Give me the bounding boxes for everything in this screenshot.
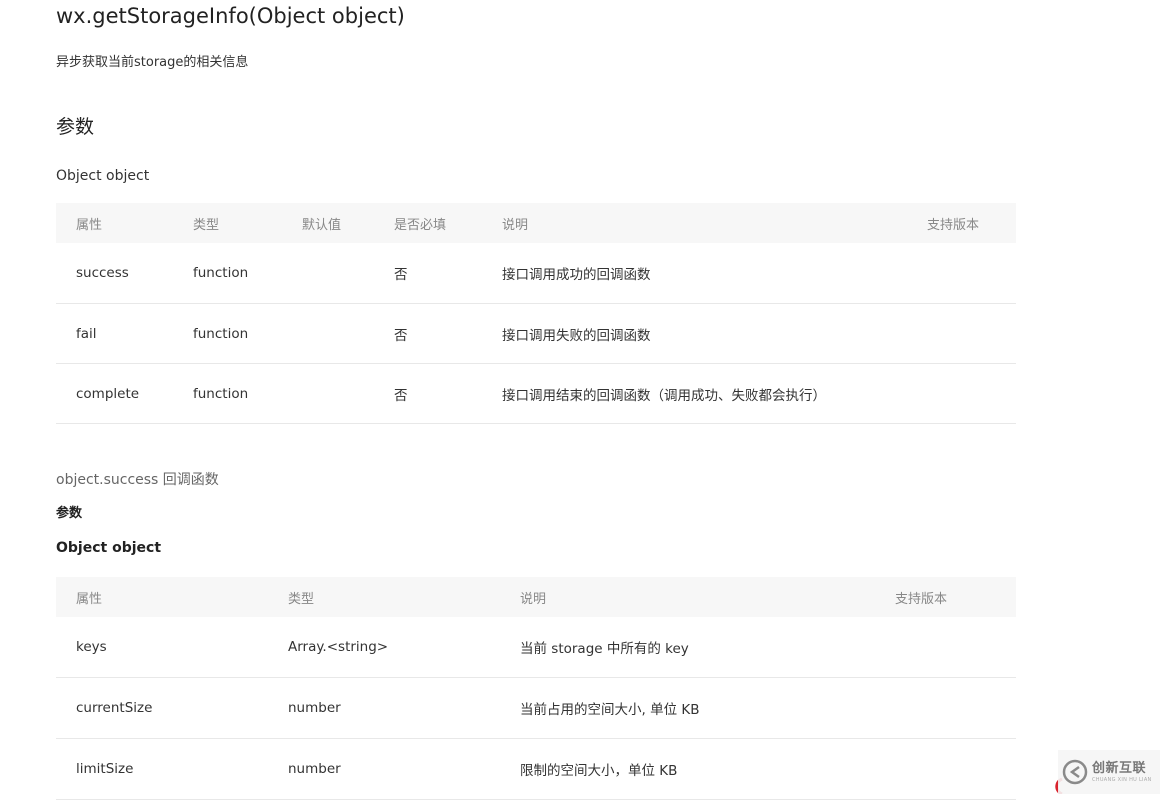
cell-version: [907, 303, 1016, 364]
cell-required: 否: [374, 303, 482, 364]
watermark-text-block: 创新互联 CHUANG XIN HU LIAN: [1092, 762, 1152, 783]
column-header-desc: 说明: [500, 577, 875, 617]
cell-desc: 当前 storage 中所有的 key: [500, 617, 875, 678]
column-header-version: 支持版本: [875, 577, 1016, 617]
success-object-heading: Object object: [56, 540, 162, 556]
success-params-table: 属性 类型 说明 支持版本 keys Array.<string> 当前 sto…: [56, 577, 1016, 800]
table-row: fail function 否 接口调用失败的回调函数: [56, 303, 1016, 364]
success-callback-heading: object.success 回调函数: [56, 472, 219, 488]
cell-version: [907, 363, 1016, 424]
cell-default: [282, 243, 374, 304]
cell-type: function: [173, 363, 282, 424]
cx-logo-icon: [1062, 759, 1088, 785]
cell-type: Array.<string>: [268, 617, 500, 678]
cell-type: function: [173, 303, 282, 364]
column-header-prop: 属性: [56, 203, 173, 243]
cell-required: 否: [374, 243, 482, 304]
cell-version: [875, 738, 1016, 800]
watermark-text: 创新互联: [1092, 760, 1147, 776]
cell-prop: keys: [56, 617, 268, 678]
table-row: limitSize number 限制的空间大小，单位 KB: [56, 738, 1016, 800]
table-header-row: 属性 类型 默认值 是否必填 说明 支持版本: [56, 203, 1016, 243]
table-row: currentSize number 当前占用的空间大小, 单位 KB: [56, 677, 1016, 739]
table-row: complete function 否 接口调用结束的回调函数（调用成功、失败都…: [56, 363, 1016, 424]
api-description: 异步获取当前storage的相关信息: [56, 55, 249, 70]
cell-type: function: [173, 243, 282, 304]
cell-required: 否: [374, 363, 482, 424]
cell-prop: fail: [56, 303, 173, 364]
cell-desc: 接口调用成功的回调函数: [482, 243, 907, 304]
cell-version: [875, 677, 1016, 739]
api-title: wx.getStorageInfo(Object object): [56, 4, 405, 28]
cell-desc: 限制的空间大小，单位 KB: [500, 738, 875, 800]
object-heading: Object object: [56, 168, 150, 184]
cell-desc: 当前占用的空间大小, 单位 KB: [500, 677, 875, 739]
table-row: success function 否 接口调用成功的回调函数: [56, 243, 1016, 304]
column-header-type: 类型: [268, 577, 500, 617]
column-header-version: 支持版本: [907, 203, 1016, 243]
cell-prop: success: [56, 243, 173, 304]
cell-type: number: [268, 677, 500, 739]
cell-prop: complete: [56, 363, 173, 424]
cell-default: [282, 363, 374, 424]
params-heading: 参数: [56, 116, 95, 138]
cell-version: [875, 617, 1016, 678]
cell-version: [907, 243, 1016, 304]
watermark: 创新互联 CHUANG XIN HU LIAN: [1058, 750, 1160, 794]
column-header-default: 默认值: [282, 203, 374, 243]
cell-type: number: [268, 738, 500, 800]
cell-prop: currentSize: [56, 677, 268, 739]
cell-desc: 接口调用结束的回调函数（调用成功、失败都会执行）: [482, 363, 907, 424]
cell-default: [282, 303, 374, 364]
watermark-subtext: CHUANG XIN HU LIAN: [1092, 776, 1152, 783]
params-table: 属性 类型 默认值 是否必填 说明 支持版本 success function …: [56, 203, 1016, 424]
success-params-heading: 参数: [56, 506, 83, 521]
cell-prop: limitSize: [56, 738, 268, 800]
table-row: keys Array.<string> 当前 storage 中所有的 key: [56, 617, 1016, 678]
column-header-desc: 说明: [482, 203, 907, 243]
column-header-prop: 属性: [56, 577, 268, 617]
cell-desc: 接口调用失败的回调函数: [482, 303, 907, 364]
column-header-type: 类型: [173, 203, 282, 243]
table-header-row: 属性 类型 说明 支持版本: [56, 577, 1016, 617]
column-header-required: 是否必填: [374, 203, 482, 243]
